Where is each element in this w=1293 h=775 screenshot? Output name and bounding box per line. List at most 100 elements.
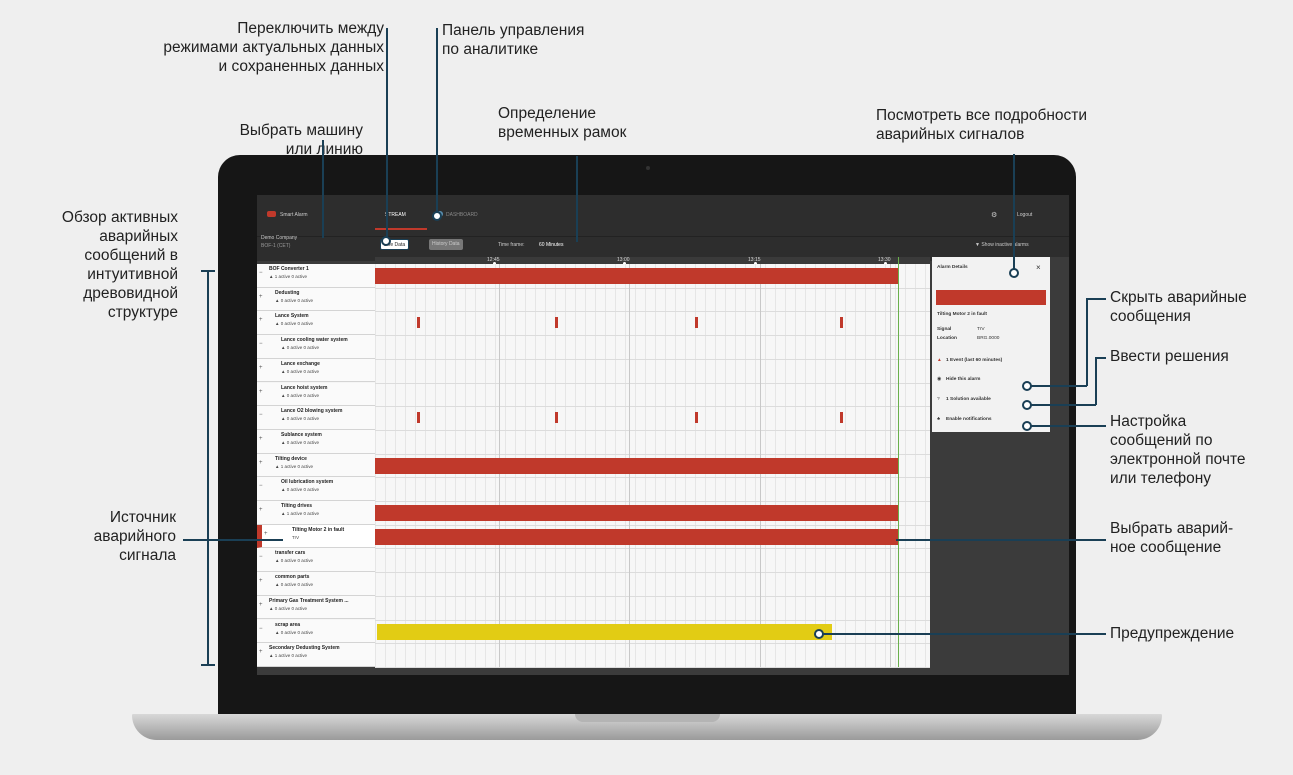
machine-select[interactable]: BOF-1 (CET) [261, 243, 290, 249]
expand-toggle-icon[interactable]: − [259, 483, 263, 489]
solutions-button[interactable]: 1 Solution available [946, 397, 991, 402]
expand-toggle-icon[interactable]: + [259, 294, 263, 300]
alarm-event-tick[interactable] [695, 412, 698, 424]
timeline-row-divider [375, 619, 930, 621]
eye-icon: ◉ [937, 377, 942, 382]
tab-dashboard[interactable]: DASHBOARD [446, 212, 478, 218]
tree-row-name: transfer cars [275, 550, 306, 557]
timeline-row-divider [375, 382, 930, 384]
tree-row[interactable]: + Tilting Motor 2 in fault TrV [257, 524, 375, 549]
company-name[interactable]: Demo Company [261, 235, 297, 241]
alarm-bar[interactable] [375, 268, 898, 284]
alarm-event-tick[interactable] [695, 317, 698, 329]
stage: Smart Alarm STREAM DASHBOARD ⚙ Logout De… [0, 0, 1293, 775]
leader-sol-top [1095, 357, 1106, 359]
leader-details [1013, 154, 1015, 270]
marker-toggle [381, 236, 391, 246]
timeline-row-divider [375, 666, 930, 668]
expand-toggle-icon[interactable]: − [259, 270, 263, 276]
timeline-row-divider [375, 311, 930, 313]
bracket-tree [207, 270, 209, 665]
alarm-event-tick[interactable] [840, 317, 843, 329]
tree-row-name: common parts [275, 574, 310, 581]
expand-toggle-icon[interactable]: + [259, 507, 263, 513]
expand-toggle-icon[interactable]: + [259, 460, 263, 466]
alarm-details-panel: Alarm Details × Tilting Motor 2 in fault… [932, 257, 1069, 667]
expand-toggle-icon[interactable]: − [259, 412, 263, 418]
leader-toggle [386, 28, 388, 239]
leader-time-frame [576, 156, 578, 242]
alarm-bar[interactable] [375, 457, 898, 474]
history-data-button[interactable]: History Data [429, 239, 463, 250]
tree-row[interactable]: + Tilting drives ▲ 1 active 0 active [257, 501, 375, 525]
tree-row-status: ▲ 0 active 0 active [275, 582, 313, 588]
timeline-row-divider [375, 501, 930, 502]
expand-toggle-icon[interactable]: + [259, 317, 263, 323]
callout-analytics-panel: Панель управления по аналитике [442, 22, 585, 58]
alarm-event-tick[interactable] [555, 412, 558, 424]
tree-row-name: BOF Converter 1 [269, 266, 309, 272]
callout-alarm-details: Посмотреть все подробности аварийных сигн… [876, 107, 1088, 143]
callout-select-machine: Выбрать машину или линию [239, 122, 363, 158]
expand-toggle-icon[interactable]: + [264, 531, 268, 537]
tree-row[interactable]: − Lance O2 blowing system ▲ 0 active 0 act… [257, 406, 375, 430]
alarm-event-tick[interactable] [417, 317, 420, 329]
tree-row[interactable]: + Primary Gas Treatment System ... ▲ 0 act… [257, 595, 375, 620]
tree-row-name: Dedusting [275, 289, 300, 296]
expand-toggle-icon[interactable]: + [259, 365, 263, 371]
location-label: Location [937, 336, 957, 341]
tree-row[interactable]: + Sublance system ▲ 0 active 0 active [257, 429, 375, 454]
tree-row[interactable]: − transfer cars ▲ 0 active 0 active [257, 548, 375, 573]
warning-bar[interactable] [377, 623, 832, 640]
expand-toggle-icon[interactable]: − [259, 554, 263, 560]
alarm-bar[interactable] [375, 505, 898, 521]
tree-row[interactable]: + Dedusting ▲ 0 active 0 active [257, 287, 375, 312]
tree-row[interactable]: − Oil lubrication system ▲ 0 active 0 acti… [257, 477, 375, 501]
detail-title: Alarm Details [937, 265, 968, 270]
leader-hide-h [1030, 385, 1087, 387]
signal-label: Signal [937, 327, 952, 332]
expand-toggle-icon[interactable]: − [259, 626, 263, 632]
app-screen: Smart Alarm STREAM DASHBOARD ⚙ Logout De… [257, 195, 1069, 675]
expand-toggle-icon[interactable]: + [259, 436, 263, 442]
tree-row[interactable]: + Lance hoist system ▲ 0 active 0 active [257, 382, 375, 407]
tree-row-name: Lance exchange [281, 360, 320, 367]
logout-button[interactable]: Logout [1017, 212, 1032, 218]
tree-row[interactable]: + Tilting device ▲ 1 active 0 active [257, 453, 375, 478]
expand-toggle-icon[interactable]: + [259, 578, 263, 584]
selected-alarm-bar[interactable] [375, 528, 898, 545]
expand-toggle-icon[interactable]: + [259, 602, 263, 608]
tree-row[interactable]: + common parts ▲ 0 active 0 active [257, 572, 375, 596]
leader-analytics [436, 28, 438, 218]
expand-toggle-icon[interactable]: + [259, 649, 263, 655]
close-icon[interactable]: × [1036, 263, 1041, 272]
tree-row-name: Tilting drives [281, 503, 313, 509]
expand-toggle-icon[interactable]: − [259, 341, 263, 347]
alarm-event-tick[interactable] [417, 412, 420, 424]
time-frame-select[interactable]: 60 Minutes [539, 242, 563, 248]
alarm-event-tick[interactable] [840, 412, 843, 424]
tree-row[interactable]: + Lance System ▲ 0 active 0 active [257, 311, 375, 336]
hide-alarm-button[interactable]: Hide this alarm [946, 377, 980, 382]
timeline-row-divider [375, 595, 930, 597]
tree-row[interactable]: + Lance exchange ▲ 0 active 0 active [257, 358, 375, 383]
tree-row-status: ▲ 0 active 0 active [275, 297, 313, 303]
tree-row[interactable]: + Secondary Dedusting System ▲ 1 active 0 … [257, 643, 375, 667]
timeline-row-divider [375, 358, 930, 360]
tree-row-name: Lance hoist system [281, 384, 328, 391]
tree-row-status: ▲ 0 active 0 active [281, 487, 319, 493]
timeline-row-divider [375, 429, 930, 431]
notifications-button[interactable]: Enable notifications [946, 417, 992, 422]
settings-icon[interactable]: ⚙ [991, 211, 997, 219]
tree-row[interactable]: − scrap area ▲ 0 active 0 active [257, 619, 375, 644]
location-value: BRG.0000 [977, 336, 1000, 341]
leader-select-alarm [896, 539, 1106, 541]
alarm-event-tick[interactable] [555, 317, 558, 329]
show-inactive-toggle[interactable]: ▼ Show inactive alarms [975, 242, 1029, 248]
tab-stream[interactable]: STREAM [385, 212, 406, 218]
tree-row-name: Secondary Dedusting System [269, 645, 340, 652]
timeline-row-divider [375, 335, 930, 337]
expand-toggle-icon[interactable]: + [259, 389, 263, 395]
tree-row[interactable]: − Lance cooling water system ▲ 0 active 0 … [257, 335, 375, 359]
tree-row[interactable]: − BOF Converter 1 ▲ 1 active 0 active [257, 264, 375, 288]
